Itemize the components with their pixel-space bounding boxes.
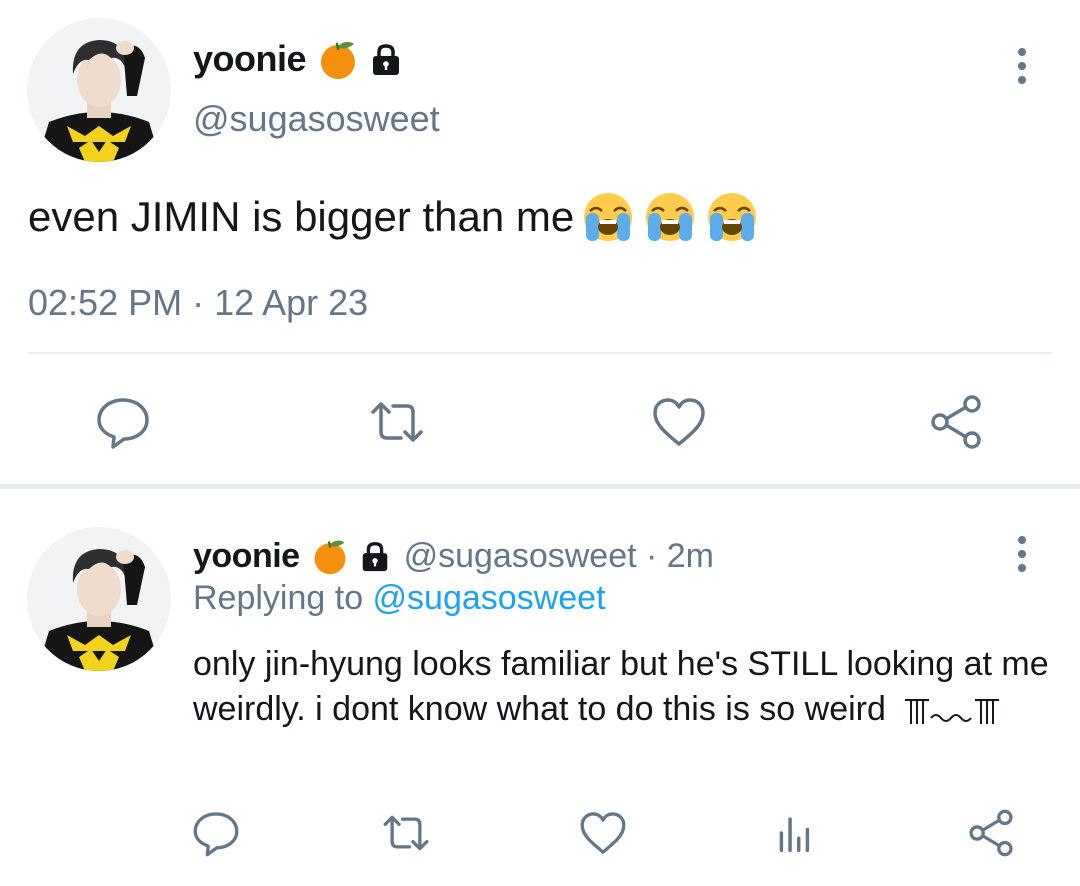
tweet-text-row: even JIMIN is bigger than me — [28, 189, 760, 245]
orange-emoji-icon — [310, 536, 350, 576]
orange-emoji-icon — [316, 37, 360, 81]
author-name-row: yoonie — [193, 35, 404, 83]
retweet-icon[interactable] — [367, 392, 427, 452]
share-icon[interactable] — [965, 807, 1017, 859]
tweet-text: even JIMIN is bigger than me — [28, 193, 575, 240]
analytics-icon[interactable] — [771, 807, 823, 859]
reply-icon[interactable] — [93, 392, 153, 452]
like-icon[interactable] — [649, 392, 709, 452]
more-options-icon[interactable] — [1014, 534, 1030, 574]
display-name[interactable]: yoonie — [193, 38, 307, 80]
replying-to-mention[interactable]: @sugasosweet — [373, 579, 606, 617]
divider — [28, 352, 1052, 354]
reply-header: yoonie @sugasosweet · 2m — [193, 531, 714, 581]
loudly-crying-emoji-icon — [642, 189, 698, 245]
reply-tweet: yoonie @sugasosweet · 2m Replying to @su… — [0, 489, 1080, 886]
loudly-crying-emoji-icon — [580, 189, 636, 245]
lock-icon — [368, 41, 404, 77]
kaomoji — [903, 693, 1003, 724]
tweet-timestamp[interactable]: 02:52 PM · 12 Apr 23 — [28, 282, 368, 324]
like-icon[interactable] — [577, 807, 629, 859]
author-handle[interactable]: @sugasosweet — [193, 98, 440, 140]
loudly-crying-emoji-icon — [704, 189, 760, 245]
display-name[interactable]: yoonie — [193, 537, 300, 576]
more-options-icon[interactable] — [1014, 46, 1030, 86]
retweet-icon[interactable] — [380, 807, 432, 859]
avatar[interactable] — [27, 18, 171, 162]
reply-text: only jin-hyung looks familiar but he's S… — [193, 642, 1053, 732]
lock-icon — [358, 539, 392, 573]
replying-to-label: Replying to — [193, 579, 373, 617]
main-tweet: yoonie @sugasosweet even JIMIN is bigger… — [0, 0, 1080, 470]
avatar[interactable] — [27, 527, 171, 671]
share-icon[interactable] — [926, 392, 986, 452]
replying-to: Replying to @sugasosweet — [193, 579, 606, 618]
author-handle-time[interactable]: @sugasosweet · 2m — [404, 537, 714, 576]
reply-icon[interactable] — [190, 807, 242, 859]
